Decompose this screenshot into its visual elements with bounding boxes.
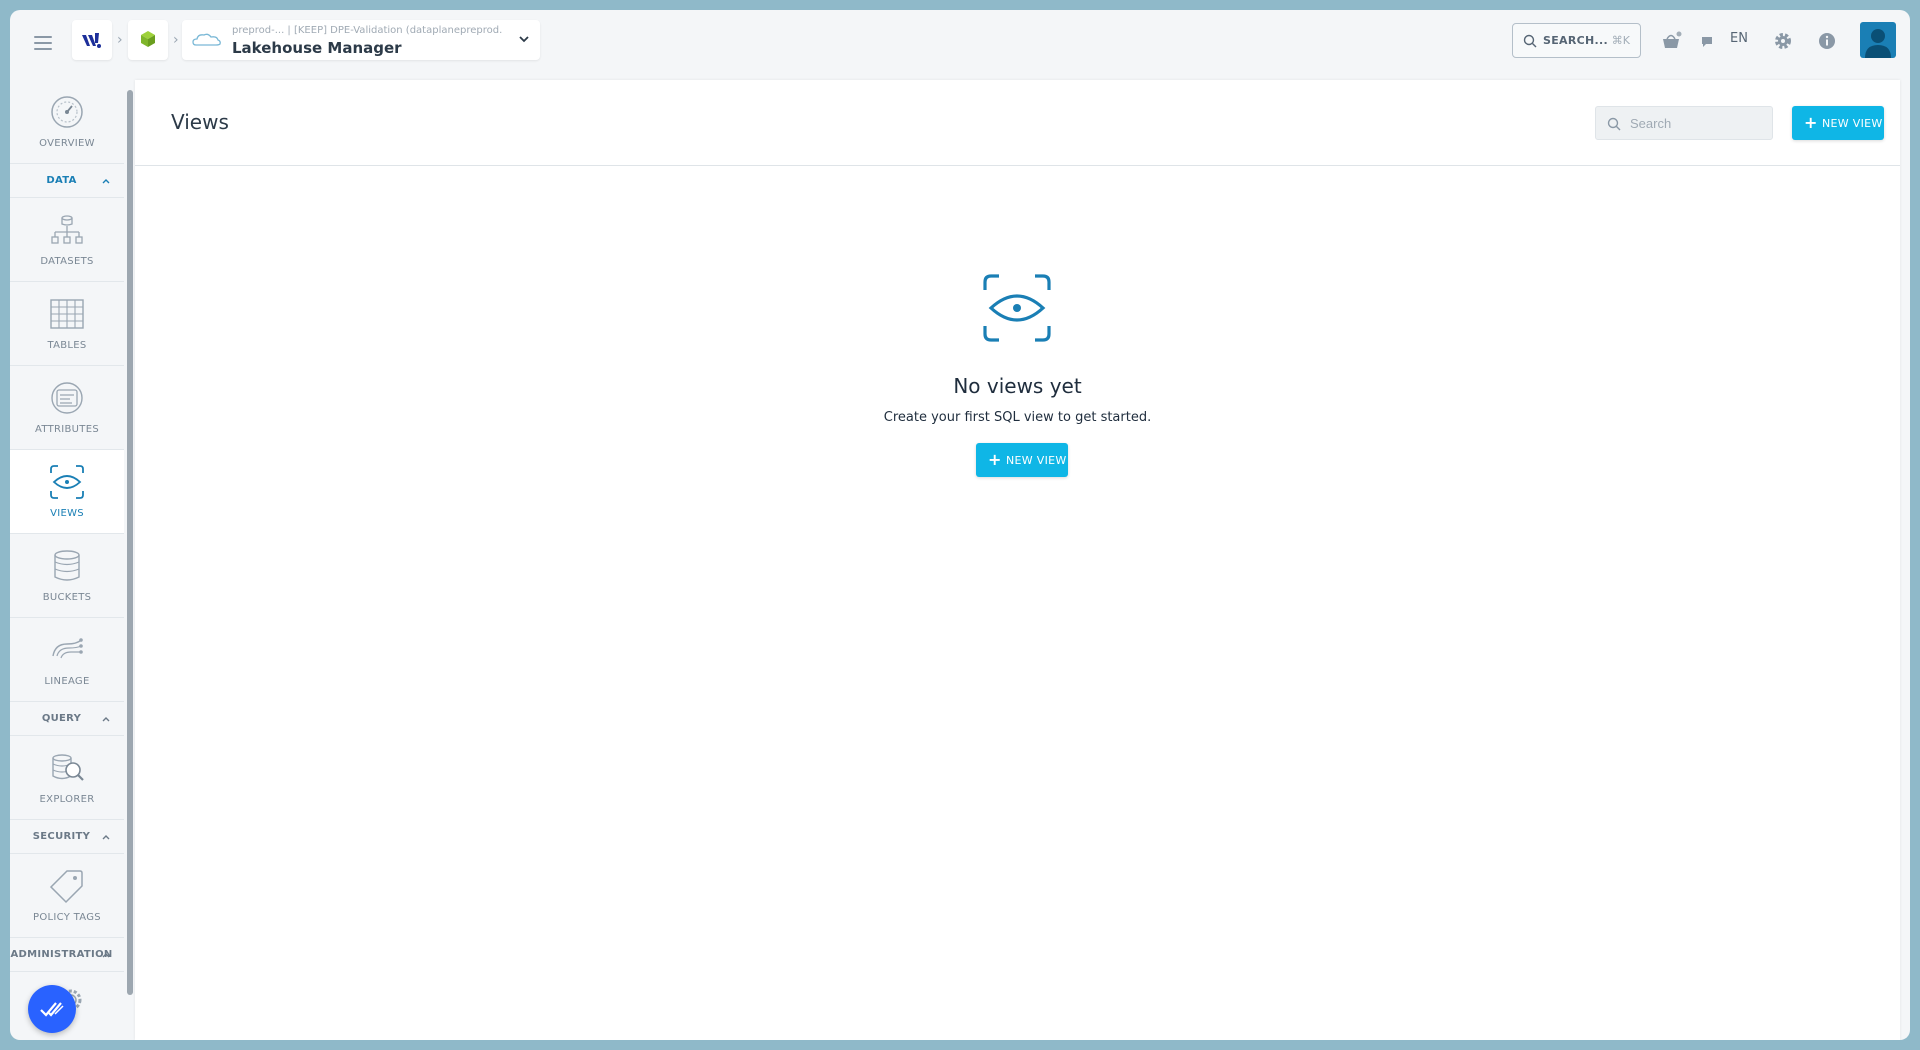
chevron-up-icon: [102, 179, 110, 184]
chevron-down-icon: [519, 36, 529, 43]
basket-icon[interactable]: [1660, 30, 1682, 52]
hamburger-menu-icon[interactable]: [32, 32, 54, 54]
sidebar-item-label: POLICY TAGS: [33, 912, 101, 923]
empty-state-new-view-button[interactable]: + NEW VIEW: [976, 443, 1068, 477]
empty-state-title: No views yet: [953, 374, 1082, 398]
info-icon[interactable]: [1816, 30, 1838, 52]
sidebar-item-label: EXPLORER: [39, 794, 95, 805]
breadcrumb-separator-icon: ›: [173, 32, 179, 48]
plus-icon: +: [988, 450, 1002, 469]
sidebar-item-attributes[interactable]: ATTRIBUTES: [10, 366, 124, 450]
attributes-icon: [51, 382, 83, 414]
double-check-icon: [40, 1002, 64, 1017]
table-icon: [50, 299, 84, 329]
section-label: ADMINISTRATION: [10, 949, 113, 960]
organization-crumb[interactable]: [128, 20, 168, 60]
sidebar-item-overview[interactable]: OVERVIEW: [10, 80, 124, 164]
section-query[interactable]: QUERY: [10, 702, 124, 736]
section-administration[interactable]: ADMINISTRATION: [10, 938, 124, 972]
sidebar-item-label: LINEAGE: [44, 676, 90, 687]
global-search-button[interactable]: SEARCH... ⌘K: [1512, 23, 1641, 58]
section-data[interactable]: DATA: [10, 164, 124, 198]
page-header: Views + NEW VIEW: [135, 80, 1900, 166]
chevron-up-icon: [102, 953, 110, 958]
avatar[interactable]: [1860, 22, 1896, 58]
page-title: Views: [171, 110, 229, 134]
search-icon: [1523, 34, 1537, 48]
section-label: QUERY: [41, 713, 82, 724]
search-shortcut: ⌘K: [1611, 34, 1630, 47]
chevron-up-icon: [102, 835, 110, 840]
sidebar-nav: OVERVIEW DATA DATASETS TABLES ATTRIBUTES…: [10, 80, 124, 1040]
lineage-icon: [52, 638, 83, 659]
top-bar: › › preprod-... | [KEEP] DPE-Validation …: [10, 10, 1910, 80]
cloud-icon: [192, 33, 221, 46]
section-label: SECURITY: [32, 831, 91, 842]
eye-icon: [50, 465, 84, 499]
sidebar-item-datasets[interactable]: DATASETS: [10, 198, 124, 282]
app-window: › › preprod-... | [KEEP] DPE-Validation …: [10, 10, 1910, 1040]
sidebar: OVERVIEW DATA DATASETS TABLES ATTRIBUTES…: [10, 80, 133, 1040]
section-label: DATA: [46, 175, 77, 186]
dashboard-gauge-icon: [51, 96, 83, 128]
help-widget-button[interactable]: [28, 985, 76, 1033]
project-subtitle: preprod-... | [KEEP] DPE-Validation (dat…: [232, 25, 502, 36]
database-icon: [54, 550, 80, 581]
empty-state-subtitle: Create your first SQL view to get starte…: [883, 410, 1152, 425]
search-input[interactable]: [1630, 113, 1765, 133]
plus-icon: +: [1804, 113, 1818, 132]
datasets-icon: [51, 215, 83, 244]
sidebar-item-label: OVERVIEW: [39, 138, 95, 149]
cube-icon: [141, 31, 155, 47]
views-search: [1595, 106, 1773, 140]
new-view-button[interactable]: + NEW VIEW: [1792, 106, 1884, 140]
sidebar-item-explorer[interactable]: EXPLORER: [10, 736, 124, 820]
global-search-label: SEARCH...: [1543, 34, 1608, 47]
sidebar-item-label: VIEWS: [50, 508, 84, 519]
gear-icon[interactable]: [1772, 30, 1794, 52]
home-logo[interactable]: [72, 20, 112, 60]
new-view-button-label: NEW VIEW: [1822, 117, 1883, 130]
sidebar-scrollbar[interactable]: [127, 90, 133, 995]
explorer-icon: [52, 754, 84, 781]
language-selector[interactable]: EN: [1730, 31, 1748, 46]
new-view-button-label: NEW VIEW: [1006, 454, 1067, 467]
sidebar-item-label: TABLES: [47, 340, 87, 351]
project-selector[interactable]: preprod-... | [KEEP] DPE-Validation (dat…: [182, 20, 540, 60]
sidebar-item-label: ATTRIBUTES: [35, 424, 99, 435]
sidebar-item-label: BUCKETS: [42, 592, 92, 603]
search-icon: [1607, 117, 1621, 131]
breadcrumb-separator-icon: ›: [117, 32, 123, 48]
app-logo-icon: [82, 33, 101, 48]
main-panel: Views + NEW VIEW No views yet Create you…: [135, 80, 1900, 1040]
section-security[interactable]: SECURITY: [10, 820, 124, 854]
chat-icon[interactable]: [1696, 30, 1718, 52]
tag-icon: [49, 870, 83, 904]
sidebar-item-label: DATASETS: [40, 256, 94, 267]
sidebar-item-views[interactable]: VIEWS: [10, 450, 124, 534]
project-title: Lakehouse Manager: [232, 39, 402, 57]
eye-icon: [983, 274, 1051, 342]
user-icon: [1865, 29, 1891, 58]
sidebar-item-policy-tags[interactable]: POLICY TAGS: [10, 854, 124, 938]
sidebar-item-buckets[interactable]: BUCKETS: [10, 534, 124, 618]
sidebar-item-tables[interactable]: TABLES: [10, 282, 124, 366]
chevron-up-icon: [102, 717, 110, 722]
sidebar-item-lineage[interactable]: LINEAGE: [10, 618, 124, 702]
